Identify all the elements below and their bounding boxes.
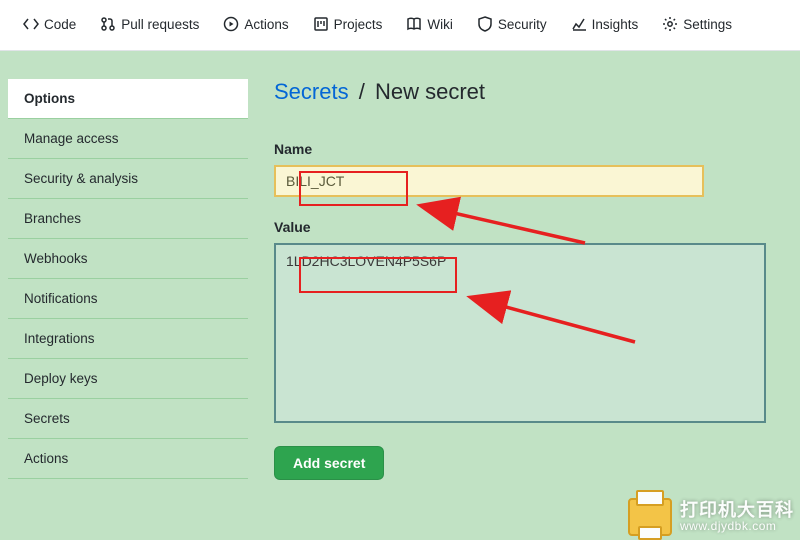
sidebar-item-notifications[interactable]: Notifications	[8, 279, 248, 319]
tab-actions[interactable]: Actions	[214, 10, 297, 38]
tab-label: Code	[44, 17, 76, 32]
printer-icon	[628, 498, 672, 536]
gear-icon	[662, 16, 678, 32]
play-icon	[223, 16, 239, 32]
tab-label: Settings	[683, 17, 732, 32]
tab-label: Actions	[244, 17, 288, 32]
breadcrumb: Secrets / New secret	[274, 79, 792, 115]
sidebar-item-actions[interactable]: Actions	[8, 439, 248, 479]
tab-label: Pull requests	[121, 17, 199, 32]
tab-label: Projects	[334, 17, 383, 32]
repo-nav: Code Pull requests Actions Projects Wiki…	[0, 0, 800, 51]
tab-label: Insights	[592, 17, 639, 32]
tab-pull-requests[interactable]: Pull requests	[91, 10, 208, 38]
code-icon	[23, 16, 39, 32]
watermark: 打印机大百科 www.djydbk.com	[628, 498, 794, 536]
project-icon	[313, 16, 329, 32]
sidebar-item-integrations[interactable]: Integrations	[8, 319, 248, 359]
sidebar-item-manage-access[interactable]: Manage access	[8, 119, 248, 159]
shield-icon	[477, 16, 493, 32]
book-icon	[406, 16, 422, 32]
settings-sidebar: Options Manage access Security & analysi…	[8, 79, 248, 480]
tab-insights[interactable]: Insights	[562, 10, 648, 38]
breadcrumb-separator: /	[355, 79, 369, 104]
tab-projects[interactable]: Projects	[304, 10, 392, 38]
add-secret-button[interactable]: Add secret	[274, 446, 384, 480]
breadcrumb-secrets-link[interactable]: Secrets	[274, 79, 349, 104]
sidebar-item-branches[interactable]: Branches	[8, 199, 248, 239]
value-label: Value	[274, 219, 792, 235]
breadcrumb-current: New secret	[375, 79, 485, 104]
secret-value-textarea[interactable]	[274, 243, 766, 423]
sidebar-item-webhooks[interactable]: Webhooks	[8, 239, 248, 279]
tab-settings[interactable]: Settings	[653, 10, 741, 38]
name-label: Name	[274, 141, 792, 157]
git-pull-request-icon	[100, 16, 116, 32]
sidebar-item-security-analysis[interactable]: Security & analysis	[8, 159, 248, 199]
sidebar-item-secrets[interactable]: Secrets	[8, 399, 248, 439]
tab-label: Security	[498, 17, 547, 32]
watermark-url: www.djydbk.com	[680, 520, 794, 534]
tab-code[interactable]: Code	[14, 10, 85, 38]
graph-icon	[571, 16, 587, 32]
sidebar-item-deploy-keys[interactable]: Deploy keys	[8, 359, 248, 399]
main-content: Secrets / New secret Name Value Add secr…	[274, 79, 800, 480]
tab-wiki[interactable]: Wiki	[397, 10, 462, 38]
secret-name-input[interactable]	[274, 165, 704, 197]
watermark-title: 打印机大百科	[680, 500, 794, 521]
tab-security[interactable]: Security	[468, 10, 556, 38]
tab-label: Wiki	[427, 17, 453, 32]
sidebar-item-options[interactable]: Options	[8, 79, 248, 119]
